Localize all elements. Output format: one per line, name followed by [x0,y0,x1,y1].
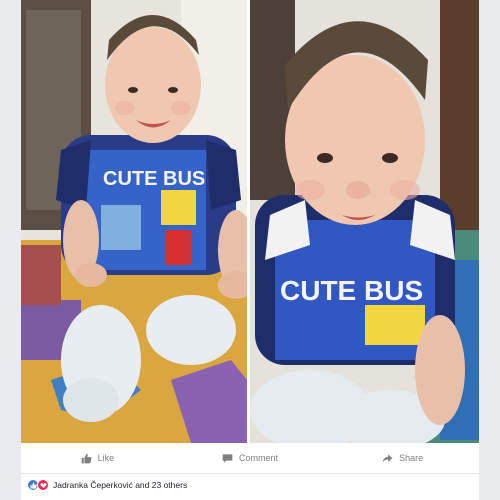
comment-icon [222,453,233,463]
reaction-icons [28,479,49,491]
shirt-text-left: CUTE BUS [103,168,205,190]
share-label: Share [399,453,424,463]
baby-photo-right: CUTE BUS [250,0,479,443]
like-label: Like [97,453,115,463]
reactions-summary[interactable]: Jadranka Čeperković and 23 others [28,477,187,493]
photo-left[interactable]: CUTE BUS [21,0,247,443]
baby-photo-left: CUTE BUS [21,0,247,443]
share-arrow-icon [382,453,393,463]
share-button[interactable]: Share [326,453,479,464]
post-action-bar: Like Comment Share [21,443,479,474]
thumbs-up-icon [81,453,92,463]
like-button[interactable]: Like [21,453,174,464]
photo-right[interactable]: CUTE BUS [250,0,479,443]
comment-button[interactable]: Comment [174,453,327,464]
reactions-text: Jadranka Čeperković and 23 others [53,480,188,490]
comment-label: Comment [239,453,279,463]
love-icon [37,479,49,491]
shirt-text-right: CUTE BUS [280,275,423,306]
photo-grid: CUTE BUS CUTE BUS [21,0,479,443]
post-card: CUTE BUS CUTE BUS Like Comment Share Jad… [21,0,479,500]
